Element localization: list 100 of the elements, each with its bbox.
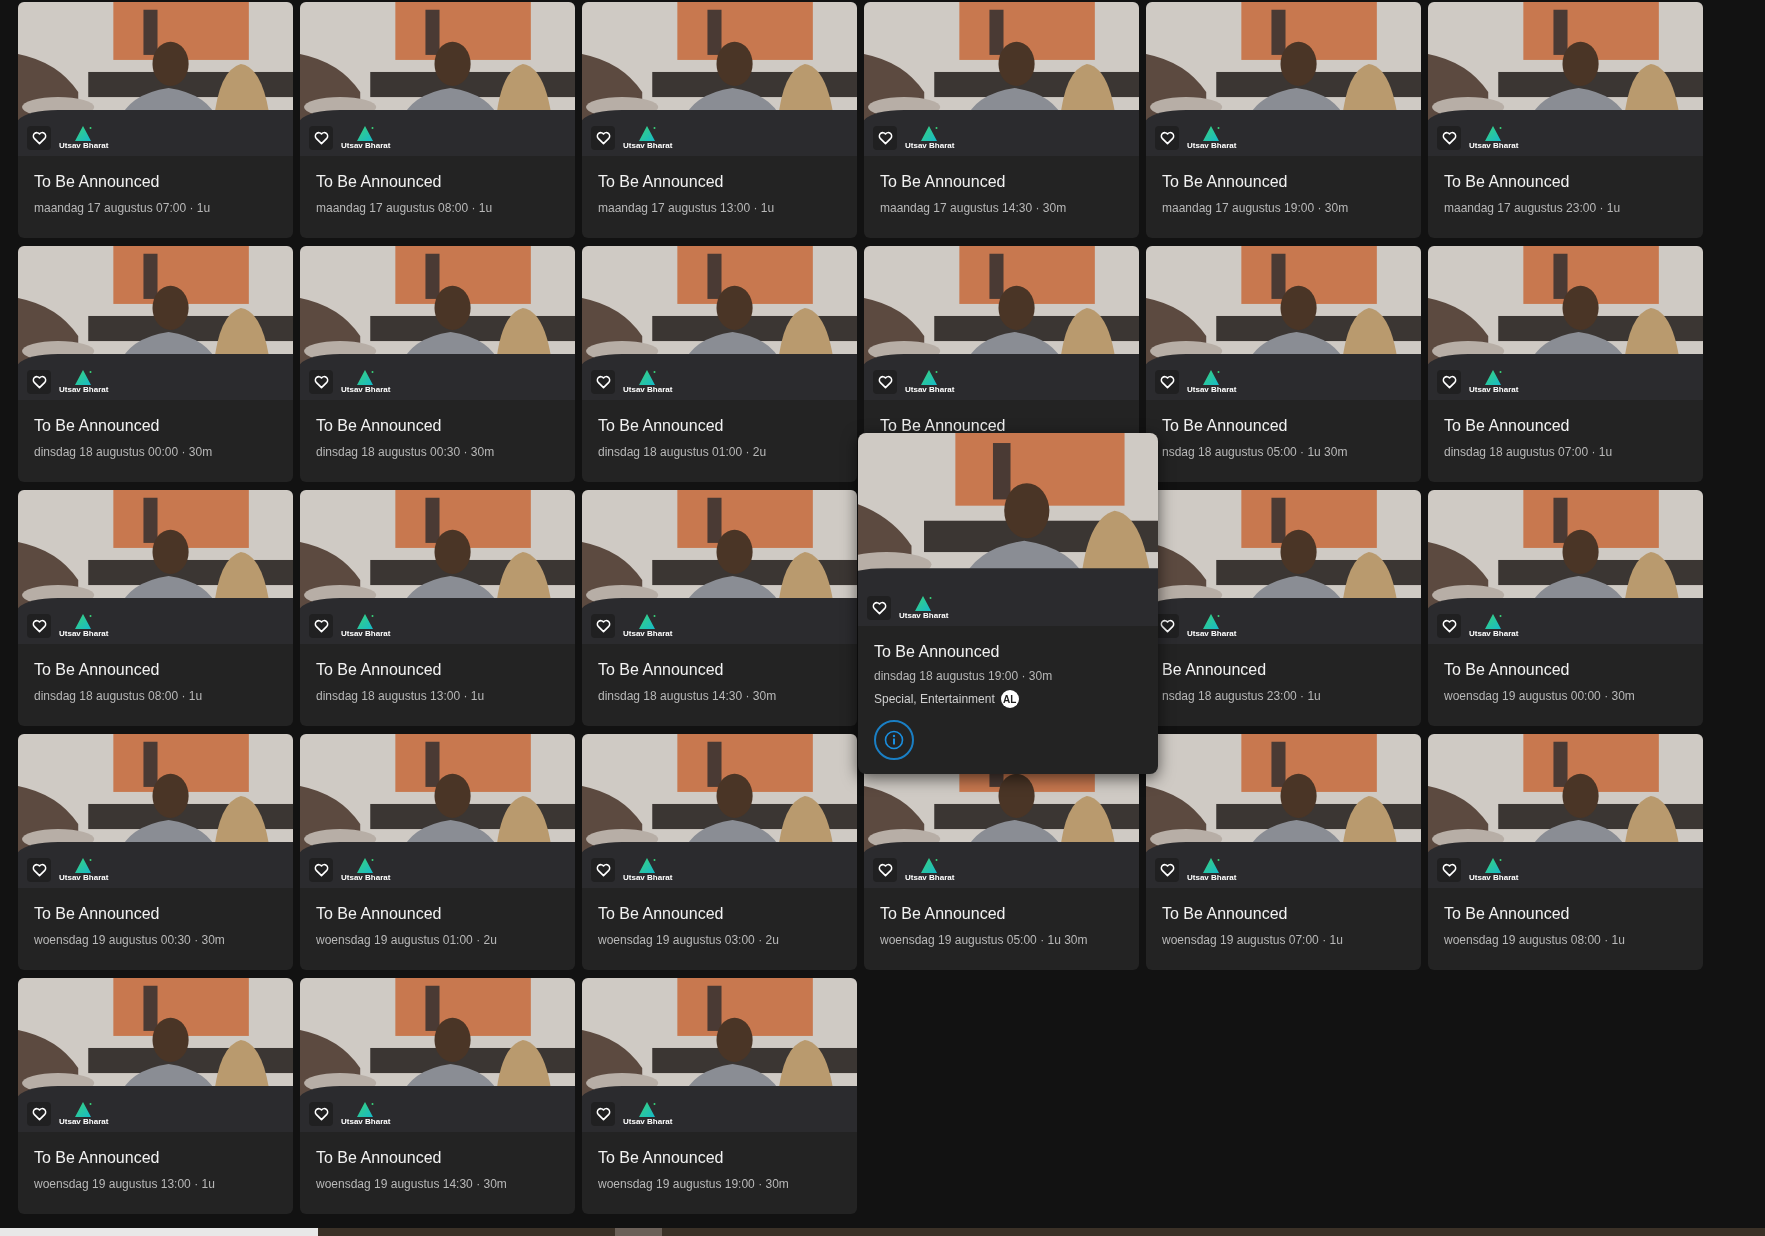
favorite-button[interactable] xyxy=(1437,370,1461,394)
favorite-button[interactable] xyxy=(309,370,333,394)
favorite-button[interactable] xyxy=(309,614,333,638)
program-card[interactable]: Utsav Bharat To Be Announced maandag 17 augustus 07:00 · 1u xyxy=(18,2,293,238)
channel-name: Utsav Bharat xyxy=(623,629,673,638)
program-card[interactable]: Utsav Bharat To Be Announced woensdag 19 augustus 01:00 · 2u xyxy=(300,734,575,970)
favorite-button[interactable] xyxy=(591,126,615,150)
favorite-button[interactable] xyxy=(27,858,51,882)
favorite-button[interactable] xyxy=(27,1102,51,1126)
program-time: maandag 17 augustus 19:00 · 30m xyxy=(1162,201,1350,216)
program-genres: Special, Entertainment xyxy=(874,691,995,707)
channel-logo-icon xyxy=(920,370,939,385)
heart-icon xyxy=(1159,863,1175,877)
program-time: dinsdag 18 augustus 08:00 · 1u xyxy=(34,689,204,704)
channel-name: Utsav Bharat xyxy=(59,385,109,394)
program-card[interactable]: Utsav Bharat To Be Announced woensdag 19 augustus 00:00 · 30m xyxy=(1428,490,1703,726)
channel-name: Utsav Bharat xyxy=(623,1117,673,1126)
program-time: woensdag 19 augustus 00:30 · 30m xyxy=(34,933,226,948)
channel-logo-icon xyxy=(1202,370,1221,385)
heart-icon xyxy=(1159,619,1175,633)
age-rating-badge: AL xyxy=(1000,690,1019,708)
favorite-button[interactable] xyxy=(1437,614,1461,638)
favorite-button[interactable] xyxy=(591,1102,615,1126)
program-card[interactable]: Utsav Bharat To Be Announced maandag 17 augustus 14:30 · 30m xyxy=(864,2,1139,238)
favorite-button[interactable] xyxy=(1155,858,1179,882)
program-card[interactable]: Utsav Bharat To Be Announced maandag 17 augustus 23:00 · 1u xyxy=(1428,2,1703,238)
program-title: To Be Announced xyxy=(34,660,161,680)
program-time: nsdag 18 augustus 23:00 · 1u xyxy=(1162,689,1322,704)
favorite-button[interactable] xyxy=(591,614,615,638)
program-time: woensdag 19 augustus 01:00 · 2u xyxy=(316,933,498,948)
favorite-button[interactable] xyxy=(1155,126,1179,150)
program-time: woensdag 19 augustus 14:30 · 30m xyxy=(316,1177,508,1192)
heart-icon xyxy=(1441,131,1457,145)
channel-name: Utsav Bharat xyxy=(59,141,109,150)
program-card[interactable]: Utsav Bharat To Be Announced maandag 17 augustus 19:00 · 30m xyxy=(1146,2,1421,238)
channel-logo-icon xyxy=(356,126,375,141)
favorite-button[interactable] xyxy=(1437,126,1461,150)
program-card[interactable]: Utsav Bharat To Be Announced woensdag 19 augustus 08:00 · 1u xyxy=(1428,734,1703,970)
program-card[interactable]: Utsav Bharat To Be Announced woensdag 19 augustus 03:00 · 2u xyxy=(582,734,857,970)
program-card[interactable]: Utsav Bharat To Be Announced dinsdag 18 augustus 00:30 · 30m xyxy=(300,246,575,482)
program-card[interactable]: Utsav Bharat To Be Announced dinsdag 18 augustus 14:30 · 30m xyxy=(582,490,857,726)
channel-logo-icon xyxy=(1484,126,1503,141)
program-title: To Be Announced xyxy=(880,172,1007,192)
favorite-button[interactable] xyxy=(309,126,333,150)
program-title: To Be Announced xyxy=(880,904,1007,924)
program-title: To Be Announced xyxy=(316,1148,443,1168)
program-title: To Be Announced xyxy=(316,904,443,924)
program-title: To Be Announced xyxy=(1444,172,1571,192)
channel-name: Utsav Bharat xyxy=(905,385,955,394)
program-title: Be Announced xyxy=(1162,660,1268,680)
favorite-button[interactable] xyxy=(867,596,891,620)
program-time: dinsdag 18 augustus 13:00 · 1u xyxy=(316,689,486,704)
program-card[interactable]: Utsav Bharat To Be Announced woensdag 19 augustus 07:00 · 1u xyxy=(1146,734,1421,970)
channel-logo-icon xyxy=(1202,858,1221,873)
channel-logo-icon xyxy=(638,858,657,873)
program-card[interactable]: Utsav Bharat To Be Announced woensdag 19 augustus 14:30 · 30m xyxy=(300,978,575,1214)
favorite-button[interactable] xyxy=(591,858,615,882)
program-card[interactable]: Utsav Bharat To Be Announced woensdag 19 augustus 00:30 · 30m xyxy=(18,734,293,970)
channel-logo-icon xyxy=(1484,858,1503,873)
favorite-button[interactable] xyxy=(27,370,51,394)
channel-name: Utsav Bharat xyxy=(341,385,391,394)
favorite-button[interactable] xyxy=(1155,370,1179,394)
program-title: To Be Announced xyxy=(598,416,725,436)
program-title: To Be Announced xyxy=(1162,904,1289,924)
program-card[interactable]: Utsav Bharat To Be Announced woensdag 19 augustus 13:00 · 1u xyxy=(18,978,293,1214)
heart-icon xyxy=(1159,375,1175,389)
program-title: To Be Announced xyxy=(1162,416,1289,436)
channel-name: Utsav Bharat xyxy=(1187,141,1237,150)
channel-logo-icon xyxy=(74,614,93,629)
favorite-button[interactable] xyxy=(873,858,897,882)
program-card[interactable]: Utsav Bharat To Be Announced dinsdag 18 augustus 00:00 · 30m xyxy=(18,246,293,482)
heart-icon xyxy=(1441,375,1457,389)
program-time: woensdag 19 augustus 03:00 · 2u xyxy=(598,933,780,948)
favorite-button[interactable] xyxy=(309,1102,333,1126)
favorite-button[interactable] xyxy=(591,370,615,394)
program-card[interactable]: Utsav Bharat To Be Announced dinsdag 18 augustus 08:00 · 1u xyxy=(18,490,293,726)
program-card[interactable]: Utsav Bharat To Be Announced dinsdag 18 augustus 01:00 · 2u xyxy=(582,246,857,482)
heart-icon xyxy=(313,375,329,389)
program-card[interactable]: Utsav Bharat To Be Announced nsdag 18 augustus 05:00 · 1u 30m xyxy=(1146,246,1421,482)
program-card[interactable]: Utsav Bharat To Be Announced woensdag 19 augustus 19:00 · 30m xyxy=(582,978,857,1214)
program-card[interactable]: Utsav Bharat To Be Announced maandag 17 augustus 13:00 · 1u xyxy=(582,2,857,238)
program-title: To Be Announced xyxy=(598,904,725,924)
program-title: To Be Announced xyxy=(874,642,1001,662)
heart-icon xyxy=(595,375,611,389)
favorite-button[interactable] xyxy=(309,858,333,882)
channel-logo-icon xyxy=(356,370,375,385)
scrollbar[interactable] xyxy=(0,1228,1765,1236)
favorite-button[interactable] xyxy=(873,370,897,394)
channel-name: Utsav Bharat xyxy=(899,611,949,620)
program-card[interactable]: Utsav Bharat To Be Announced maandag 17 augustus 08:00 · 1u xyxy=(300,2,575,238)
info-button[interactable] xyxy=(874,720,914,760)
favorite-button[interactable] xyxy=(27,614,51,638)
favorite-button[interactable] xyxy=(873,126,897,150)
program-card[interactable]: Utsav Bharat To Be Announced dinsdag 18 augustus 13:00 · 1u xyxy=(300,490,575,726)
program-time: woensdag 19 augustus 07:00 · 1u xyxy=(1162,933,1344,948)
favorite-button[interactable] xyxy=(27,126,51,150)
channel-logo-icon xyxy=(1202,614,1221,629)
favorite-button[interactable] xyxy=(1437,858,1461,882)
channel-name: Utsav Bharat xyxy=(623,873,673,882)
program-card[interactable]: Utsav Bharat To Be Announced dinsdag 18 augustus 07:00 · 1u xyxy=(1428,246,1703,482)
